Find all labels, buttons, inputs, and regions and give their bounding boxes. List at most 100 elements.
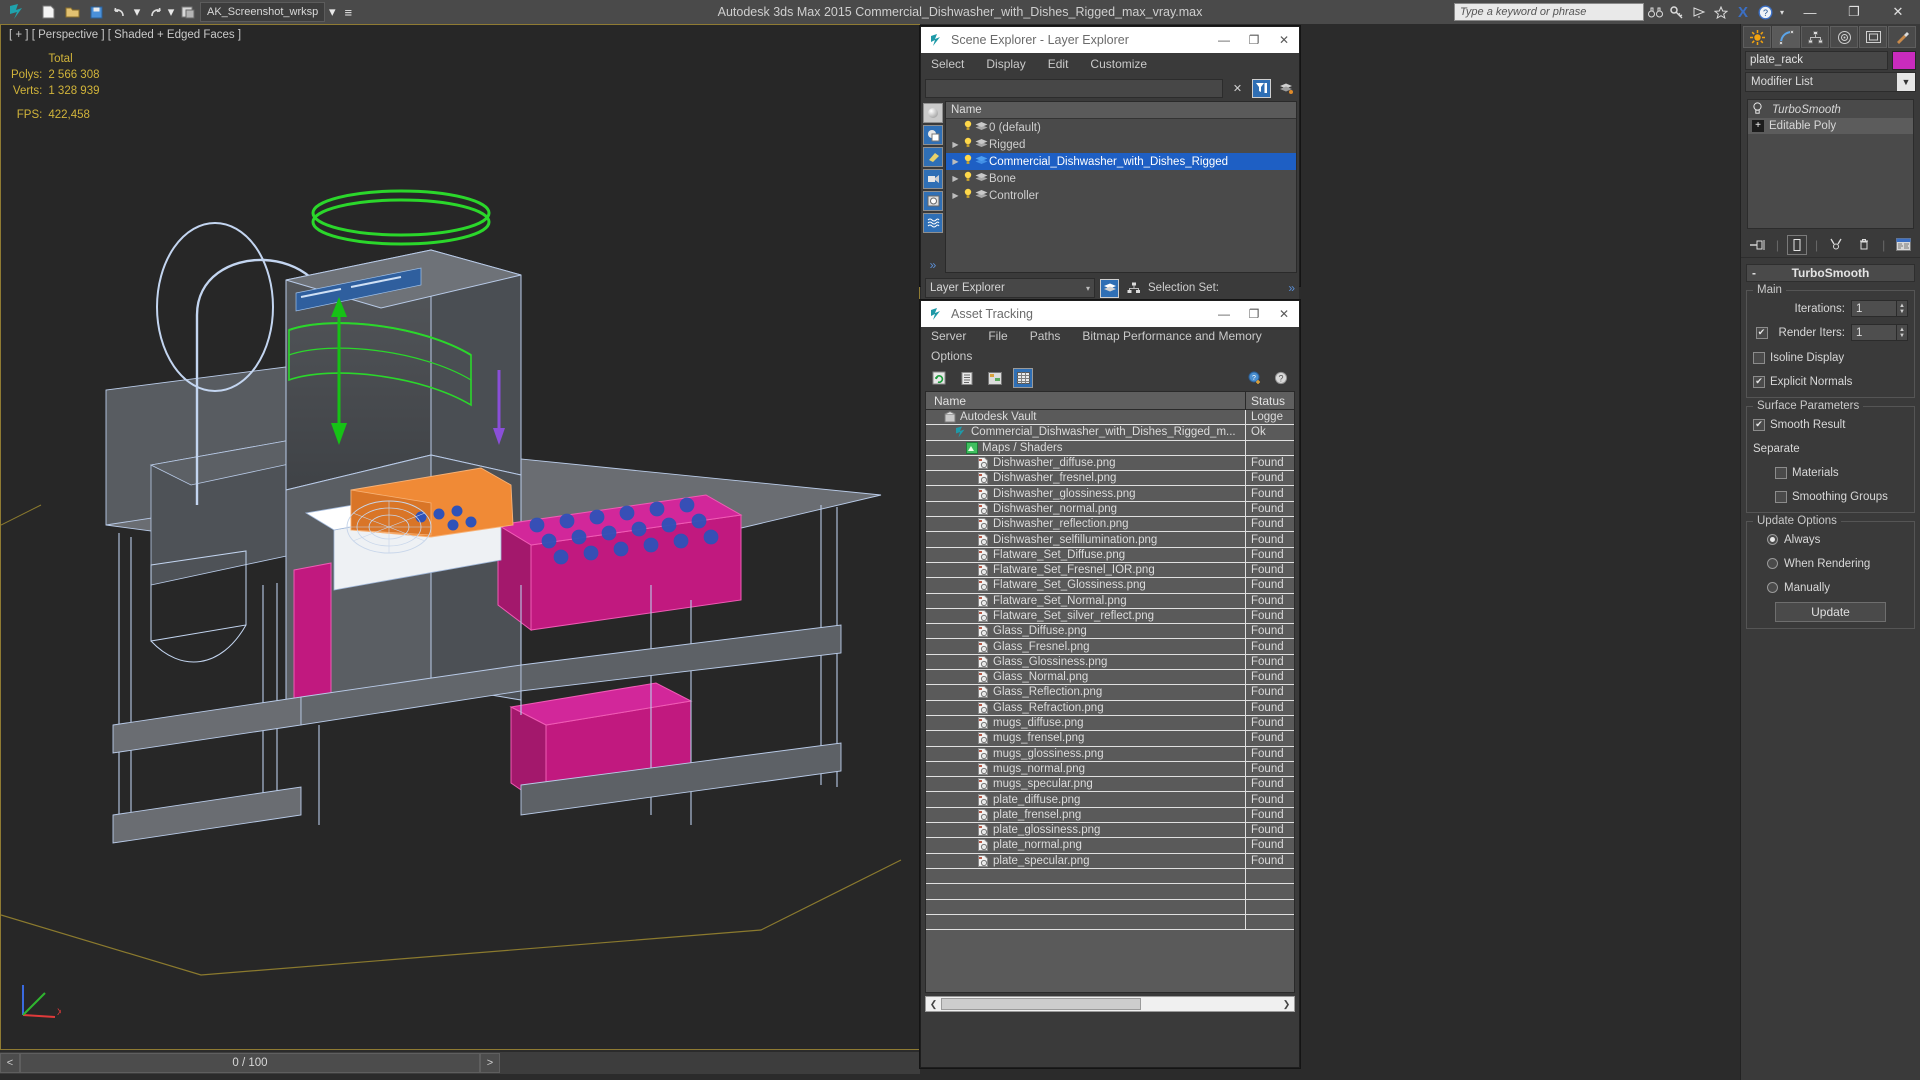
scroll-right-icon[interactable]: ❯ [1279, 999, 1294, 1010]
light-bulb-icon[interactable] [961, 188, 974, 203]
turbosmooth-rollout[interactable]: - TurboSmooth Main Iterations: 1 ▲ ▼ ✔ Re… [1746, 264, 1915, 629]
question-mark-icon[interactable]: ? [1271, 368, 1291, 388]
filter-toggle-icon[interactable] [1252, 78, 1271, 98]
footer-overflow-icon[interactable]: » [1288, 281, 1295, 295]
layer-row[interactable]: 0 (default) [946, 119, 1296, 136]
scene-explorer-search-input[interactable] [925, 78, 1223, 98]
asset-row[interactable]: Glass_Normal.png Found [926, 670, 1294, 686]
asset-row[interactable]: Glass_Refraction.png Found [926, 700, 1294, 716]
update-button[interactable]: Update [1775, 602, 1886, 622]
asset-row[interactable]: Commercial_Dishwasher_with_Dishes_Rigged… [926, 425, 1294, 441]
add-help-icon[interactable]: ? [1245, 368, 1265, 388]
asset-row[interactable]: plate_normal.png Found [926, 838, 1294, 854]
asset-row[interactable]: Dishwasher_reflection.png Found [926, 517, 1294, 533]
render-iters-spinner[interactable]: ▲ ▼ [1897, 324, 1908, 341]
light-bulb-icon[interactable] [1750, 102, 1764, 118]
rollout-collapse-icon[interactable]: - [1752, 266, 1756, 280]
smooth-result-checkbox[interactable]: ✔ [1753, 418, 1765, 431]
redo-dropdown-icon[interactable]: ▾ [166, 1, 176, 23]
3dsmax-logo-icon[interactable] [2, 1, 36, 23]
help-icon[interactable]: ? [1754, 1, 1776, 23]
asset-row[interactable] [926, 899, 1294, 915]
clear-search-icon[interactable]: ✕ [1228, 79, 1247, 98]
asset-row[interactable]: mugs_diffuse.png Found [926, 715, 1294, 732]
hierarchy-explorer-toggle-icon[interactable] [1124, 279, 1143, 298]
command-panel[interactable]: plate_rack Modifier List ▼ TurboSmooth +… [1740, 24, 1920, 1080]
explicit-normals-checkbox[interactable]: ✔ [1753, 375, 1765, 388]
render-iters-checkbox[interactable]: ✔ [1755, 326, 1768, 339]
asset-row[interactable]: plate_specular.png Found [926, 853, 1294, 869]
asset-tracking-title-bar[interactable]: Asset Tracking — ❐ ✕ [921, 301, 1299, 327]
configure-modifier-sets-icon[interactable] [1893, 235, 1913, 255]
tab-create[interactable] [1743, 26, 1771, 48]
iterations-field[interactable]: 1 [1851, 300, 1897, 317]
remove-modifier-icon[interactable] [1854, 235, 1874, 255]
asset-tracking-maximize[interactable]: ❐ [1239, 301, 1269, 327]
modifier-stack-item-turbosmooth[interactable]: TurboSmooth [1748, 102, 1913, 118]
asset-tracking-window[interactable]: Asset Tracking — ❐ ✕ Server File Paths B… [920, 300, 1300, 1068]
update-always-radio[interactable] [1767, 534, 1778, 545]
scene-explorer-maximize[interactable]: ❐ [1239, 27, 1269, 53]
asset-row[interactable]: mugs_frensel.png Found [926, 731, 1294, 747]
layer-row[interactable]: ▶ Rigged [946, 136, 1296, 153]
asset-row[interactable]: mugs_glossiness.png Found [926, 746, 1294, 762]
asset-row[interactable]: Flatware_Set_Glossiness.png Found [926, 578, 1294, 594]
show-end-result-icon[interactable] [1786, 234, 1807, 255]
expand-arrow-icon[interactable]: ▶ [950, 157, 961, 166]
asset-row[interactable]: Glass_Diffuse.png Found [926, 624, 1294, 640]
layer-manager-icon[interactable] [1276, 79, 1295, 98]
update-manually-radio[interactable] [1767, 582, 1778, 593]
timeline-prev-button[interactable]: < [0, 1053, 20, 1073]
make-unique-icon[interactable] [1826, 235, 1846, 255]
new-file-icon[interactable] [36, 1, 60, 23]
asset-row[interactable]: Dishwasher_selfillumination.png Found [926, 532, 1294, 548]
asset-row[interactable]: Glass_Glossiness.png Found [926, 654, 1294, 671]
tab-modify[interactable] [1772, 26, 1800, 48]
menu-options[interactable]: Options [931, 349, 1299, 363]
render-iters-field[interactable]: 1 [1851, 324, 1897, 341]
asset-row[interactable]: Maps / Shaders [926, 440, 1294, 456]
turbosmooth-rollout-header[interactable]: - TurboSmooth [1746, 264, 1915, 282]
asset-row[interactable]: mugs_specular.png Found [926, 777, 1294, 793]
scene-explorer-close[interactable]: ✕ [1269, 27, 1299, 53]
workspace-dropdown-icon[interactable]: ▾ [325, 1, 339, 23]
scroll-thumb[interactable] [941, 998, 1141, 1010]
asset-row[interactable]: Glass_Fresnel.png Found [926, 639, 1294, 655]
asset-col-name[interactable]: Name [926, 392, 1246, 409]
asset-row[interactable]: plate_glossiness.png Found [926, 823, 1294, 839]
refresh-icon[interactable] [929, 368, 949, 388]
scene-explorer-title-bar[interactable]: Scene Explorer - Layer Explorer — ❐ ✕ [921, 27, 1299, 53]
binoculars-icon[interactable] [1644, 1, 1666, 23]
redo-icon[interactable] [142, 1, 166, 23]
asset-row[interactable]: Flatware_Set_Fresnel_IOR.png Found [926, 562, 1294, 579]
menu-select[interactable]: Select [931, 57, 964, 71]
menu-server[interactable]: Server [931, 329, 966, 343]
explorer-mode-combo[interactable]: Layer Explorer ▾ [925, 278, 1095, 298]
pin-stack-icon[interactable] [1748, 235, 1768, 255]
menu-bitmap-performance[interactable]: Bitmap Performance and Memory [1082, 329, 1261, 343]
star-icon[interactable] [1710, 1, 1732, 23]
asset-row[interactable]: plate_frensel.png Found [926, 807, 1294, 824]
asset-row[interactable] [926, 868, 1294, 885]
iterations-spinner[interactable]: ▲ ▼ [1897, 300, 1908, 317]
project-folder-icon[interactable] [176, 1, 200, 23]
key-icon[interactable] [1666, 1, 1688, 23]
filter-helpers-icon[interactable] [923, 191, 943, 211]
filter-lights-icon[interactable] [923, 147, 943, 167]
menu-display[interactable]: Display [986, 57, 1025, 71]
separate-materials-checkbox[interactable] [1775, 466, 1787, 479]
asset-tracking-minimize[interactable]: — [1209, 301, 1239, 327]
asset-row[interactable]: Flatware_Set_Normal.png Found [926, 593, 1294, 609]
modifier-stack[interactable]: TurboSmooth + Editable Poly [1747, 99, 1914, 229]
scene-explorer-layer-list[interactable]: Name 0 (default) ▶ Rigged ▶ Commercial_Dishw… [945, 101, 1297, 273]
keyword-search-input[interactable]: Type a keyword or phrase [1454, 3, 1644, 21]
tab-display[interactable] [1859, 26, 1887, 48]
light-bulb-icon[interactable] [961, 137, 974, 152]
tab-utilities[interactable] [1888, 26, 1916, 48]
asset-table-horizontal-scrollbar[interactable]: ❮ ❯ [925, 996, 1295, 1012]
light-bulb-icon[interactable] [961, 154, 974, 169]
asset-row[interactable]: Dishwasher_glossiness.png Found [926, 486, 1294, 502]
open-file-icon[interactable] [60, 1, 84, 23]
hierarchy-view-icon[interactable] [985, 368, 1005, 388]
asset-row[interactable]: Dishwasher_fresnel.png Found [926, 471, 1294, 487]
